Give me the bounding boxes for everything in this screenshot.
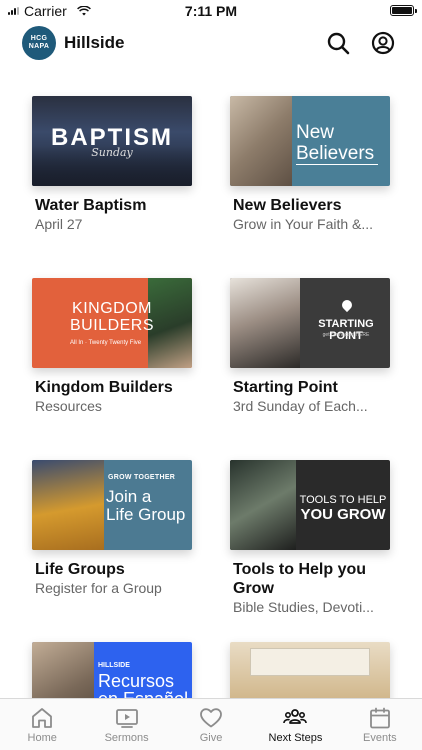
church-logo: HCG NAPA	[22, 26, 56, 60]
card-thumbnail: BAPTISM Sunday	[32, 96, 192, 186]
thumb-text: All In · Twenty Twenty Five	[70, 340, 142, 346]
card-tools-to-help[interactable]: TOOLS TO HELP YOU GROW Tools to Help you…	[230, 460, 390, 616]
card-subtitle: 3rd Sunday of Each...	[233, 398, 368, 414]
thumb-text: Recursos	[98, 671, 175, 691]
thumb-text: Believers	[296, 143, 378, 165]
thumb-text: STARTING POINT	[318, 318, 374, 342]
tab-next-steps[interactable]: Next Steps	[253, 699, 337, 750]
thumb-text: KINGDOM	[72, 300, 152, 317]
people-icon	[283, 709, 308, 724]
thumb-text: TOOLS TO HELP	[299, 494, 387, 506]
card-thumbnail: KINGDOM BUILDERS All In · Twenty Twenty …	[32, 278, 192, 368]
tab-label: Events	[363, 732, 397, 744]
card-thumbnail: GROW TOGETHER Join a Life Group	[32, 460, 192, 550]
status-bar: Carrier 7:11 PM	[0, 0, 422, 22]
search-icon[interactable]	[326, 31, 350, 55]
tab-label: Next Steps	[268, 732, 323, 744]
card-new-believers[interactable]: New Believers New Believers Grow in Your…	[230, 96, 390, 233]
card-thumbnail: TOOLS TO HELP YOU GROW	[230, 460, 390, 550]
thumb-text: Life Group	[106, 505, 186, 524]
card-title: Kingdom Builders	[35, 379, 173, 396]
home-icon	[32, 708, 53, 728]
tab-sermons[interactable]: Sermons	[84, 699, 168, 750]
battery-icon	[390, 5, 417, 16]
status-time: 7:11 PM	[184, 3, 238, 19]
card-title: Tools to Help you Grow	[233, 561, 367, 597]
card-title: Water Baptism	[35, 197, 147, 214]
card-subtitle: Resources	[35, 398, 102, 414]
tab-label: Home	[27, 732, 57, 744]
calendar-icon	[369, 707, 390, 729]
card-water-baptism[interactable]: BAPTISM Sunday Water Baptism April 27	[32, 96, 192, 233]
page-title: Hillside	[64, 33, 125, 52]
account-icon[interactable]	[371, 31, 395, 55]
tab-give[interactable]: Give	[169, 699, 253, 750]
card-subtitle: Grow in Your Faith &...	[233, 216, 374, 232]
card-subtitle: April 27	[35, 216, 83, 232]
thumb-text: BUILDERS	[70, 317, 155, 334]
tab-events[interactable]: Events	[338, 699, 422, 750]
card-title: Starting Point	[233, 379, 338, 396]
thumb-text: YOU GROW	[300, 506, 386, 523]
tab-label: Sermons	[104, 732, 149, 744]
thumb-text: HILLSIDE	[98, 662, 130, 669]
location-pin-icon	[339, 297, 355, 313]
card-title: Life Groups	[35, 561, 125, 578]
card-thumbnail: New Believers	[230, 96, 390, 186]
heart-icon	[200, 708, 222, 728]
tab-home[interactable]: Home	[0, 699, 84, 750]
tab-bar: Home Sermons Give Next Steps Events	[0, 698, 422, 750]
app-header: HCG NAPA Hillside	[0, 24, 422, 64]
thumb-text: Sunday	[91, 146, 133, 159]
card-title: New Believers	[233, 197, 342, 214]
card-life-groups[interactable]: GROW TOGETHER Join a Life Group Life Gro…	[32, 460, 192, 597]
thumb-text: New	[296, 122, 335, 143]
card-kingdom-builders[interactable]: KINGDOM BUILDERS All In · Twenty Twenty …	[32, 278, 192, 415]
card-subtitle: Register for a Group	[35, 580, 162, 596]
thumb-text: Join a	[106, 487, 152, 506]
thumb-text: get connected HERE	[322, 332, 370, 338]
card-starting-point[interactable]: STARTING POINT get connected HERE Starti…	[230, 278, 390, 415]
thumb-text: GROW TOGETHER	[108, 474, 176, 481]
card-thumbnail: STARTING POINT get connected HERE	[230, 278, 390, 368]
card-subtitle: Bible Studies, Devoti...	[233, 599, 374, 615]
video-icon	[115, 709, 138, 728]
tab-label: Give	[199, 732, 223, 744]
